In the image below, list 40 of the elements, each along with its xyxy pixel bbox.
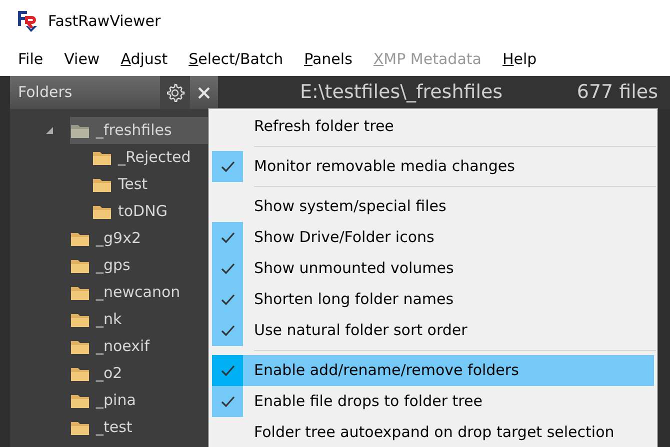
expanded-triangle-icon[interactable] (46, 127, 53, 134)
menu-item[interactable]: Adjust (106, 42, 175, 76)
folder-icon (92, 176, 112, 192)
folder-label: _test (96, 417, 132, 438)
folder-label: _pina (96, 390, 136, 412)
folder-icon (70, 366, 90, 382)
menu-item[interactable]: View (50, 42, 107, 76)
menu-item[interactable]: Help (488, 42, 544, 76)
folder-label: _noexif (96, 336, 150, 358)
folder-icon (70, 284, 90, 300)
folder-label: _newcanon (96, 282, 180, 304)
folder-label: _Rejected (118, 147, 191, 168)
panel-title: Folders (17, 82, 74, 104)
settings-icon (165, 82, 185, 102)
app-logo-icon (16, 9, 40, 33)
settings-button[interactable] (160, 76, 190, 109)
folder-label: Test (118, 174, 148, 196)
folder-label: _g9x2 (96, 228, 141, 250)
folder-icon (70, 122, 90, 138)
menu-item[interactable]: File (4, 42, 50, 76)
folder-icon (92, 150, 112, 166)
folder-icon (70, 420, 90, 436)
folder-label: _freshfiles (96, 120, 172, 142)
file-count: 677 files (576, 80, 658, 106)
folder-icon (70, 338, 90, 354)
window-title: FastRawViewer (48, 10, 161, 32)
folder-label: _gps (96, 255, 130, 276)
menu-option[interactable]: Enable add/rename/remove folders (212, 355, 654, 386)
close-icon (198, 87, 210, 100)
folder-path: E:\testfiles\_freshfiles (300, 80, 503, 106)
folder-icon (70, 392, 90, 408)
menu-item[interactable]: Panels (290, 42, 360, 76)
folder-icon (92, 204, 112, 220)
folder-icon (70, 312, 90, 328)
folder-icon (70, 258, 90, 274)
folder-label: _nk (96, 309, 122, 330)
menu-item[interactable]: Select/Batch (174, 42, 290, 76)
folder-label: toDNG (118, 201, 168, 222)
folder-label: _o2 (96, 363, 122, 384)
folder-icon (70, 230, 90, 246)
